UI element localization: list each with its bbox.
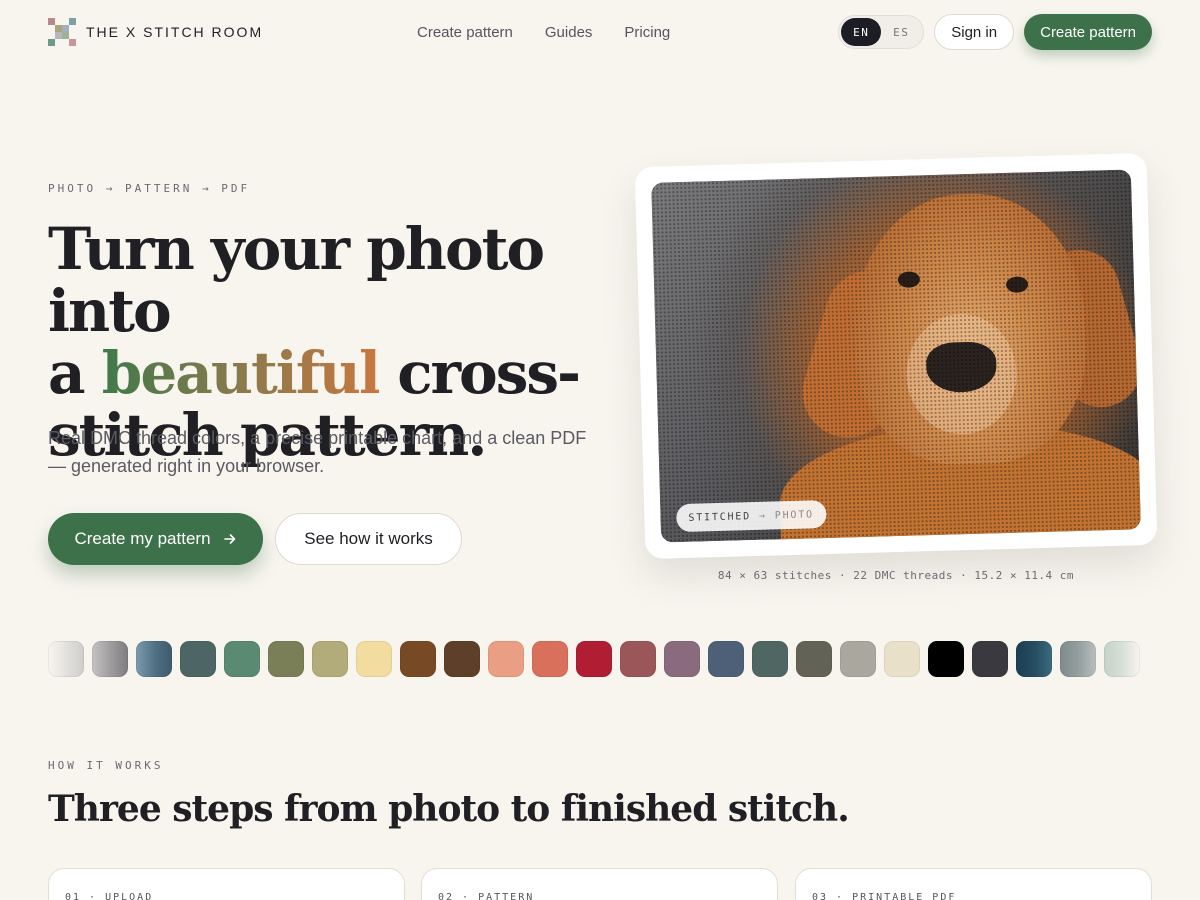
lang-es-option[interactable]: ES: [881, 18, 921, 46]
step-card-upload: 01 · UPLOAD: [48, 868, 405, 900]
dog-eye-left: [897, 271, 921, 288]
thread-swatch: [136, 641, 172, 677]
thread-swatch: [1016, 641, 1052, 677]
thread-swatch: [356, 641, 392, 677]
dmc-thread-swatches: [48, 641, 1140, 677]
hero-title-rest: cross-: [397, 339, 581, 407]
dog-ear-right: [1030, 240, 1141, 417]
thread-swatch: [92, 641, 128, 677]
thread-swatch: [488, 641, 524, 677]
hero-title-a: a: [48, 339, 86, 407]
nav-link-pricing[interactable]: Pricing: [624, 24, 670, 41]
photo-label: PHOTO: [774, 508, 815, 521]
hero-subtitle: Real DMC thread colors, a precise printa…: [48, 428, 587, 476]
create-my-pattern-button[interactable]: Create my pattern: [48, 513, 263, 565]
thread-swatch: [972, 641, 1008, 677]
thread-swatch: [48, 641, 84, 677]
dog-head: [851, 190, 1089, 468]
step-card-printable-pdf: 03 · PRINTABLE PDF: [795, 868, 1152, 900]
nav-actions: EN ES Sign in Create pattern: [838, 14, 1152, 50]
thread-swatch: [576, 641, 612, 677]
how-it-works-title: Three steps from photo to finished stitc…: [48, 788, 850, 830]
brand-name: THE X STITCH ROOM: [86, 24, 264, 40]
nav-create-pattern-button[interactable]: Create pattern: [1024, 14, 1152, 50]
sign-in-button[interactable]: Sign in: [934, 14, 1015, 50]
step-label-upload: 01 · UPLOAD: [65, 892, 154, 900]
thread-swatch: [180, 641, 216, 677]
create-my-pattern-label: Create my pattern: [74, 529, 211, 548]
thread-swatch: [312, 641, 348, 677]
lang-en-option[interactable]: EN: [841, 18, 882, 46]
language-toggle: EN ES: [838, 15, 925, 49]
see-how-it-works-button[interactable]: See how it works: [275, 513, 462, 565]
nav-links: Create pattern Guides Pricing: [417, 24, 670, 41]
hero-kicker: PHOTO → PATTERN → PDF: [48, 182, 251, 195]
brand-logo[interactable]: THE X STITCH ROOM: [48, 18, 263, 46]
dog-muzzle: [904, 312, 1019, 436]
dog-nose: [925, 341, 998, 394]
stitched-photo-toggle[interactable]: STITCHED → PHOTO: [676, 500, 827, 533]
thread-swatch: [796, 641, 832, 677]
thread-swatch: [928, 641, 964, 677]
nav-link-create-pattern[interactable]: Create pattern: [417, 24, 513, 41]
stitched-dog-preview-image: STITCHED → PHOTO: [651, 169, 1141, 543]
pill-arrow-icon: →: [758, 510, 767, 522]
thread-swatch: [1104, 641, 1140, 677]
dog-eye-right: [1005, 276, 1029, 293]
step-card-pattern: 02 · PATTERN: [421, 868, 778, 900]
step-label-printable-pdf: 03 · PRINTABLE PDF: [812, 892, 957, 900]
hero-title-line1: Turn your photo into: [48, 215, 545, 345]
thread-swatch: [224, 641, 260, 677]
thread-swatch: [1060, 641, 1096, 677]
thread-swatch: [400, 641, 436, 677]
thread-swatch: [532, 641, 568, 677]
pattern-stats-caption: 84 × 63 stitches · 22 DMC threads · 15.2…: [717, 569, 1075, 582]
dog-ear-left: [791, 259, 927, 449]
hero-title-accent: beautiful: [101, 339, 381, 407]
thread-swatch: [708, 641, 744, 677]
stitched-label: STITCHED: [688, 510, 752, 524]
how-it-works-kicker: HOW IT WORKS: [48, 759, 164, 772]
thread-swatch: [752, 641, 788, 677]
thread-swatch: [268, 641, 304, 677]
arrow-right-icon: [223, 534, 235, 544]
dog-body: [778, 418, 1141, 543]
top-nav: THE X STITCH ROOM Create pattern Guides …: [48, 14, 1152, 50]
thread-swatch: [840, 641, 876, 677]
thread-swatch: [664, 641, 700, 677]
thread-swatch: [620, 641, 656, 677]
thread-swatch: [884, 641, 920, 677]
cross-stitch-logo-icon: [48, 18, 76, 46]
step-label-pattern: 02 · PATTERN: [438, 892, 535, 900]
thread-swatch: [444, 641, 480, 677]
nav-link-guides[interactable]: Guides: [545, 24, 593, 41]
pattern-preview-card: STITCHED → PHOTO: [634, 152, 1158, 560]
